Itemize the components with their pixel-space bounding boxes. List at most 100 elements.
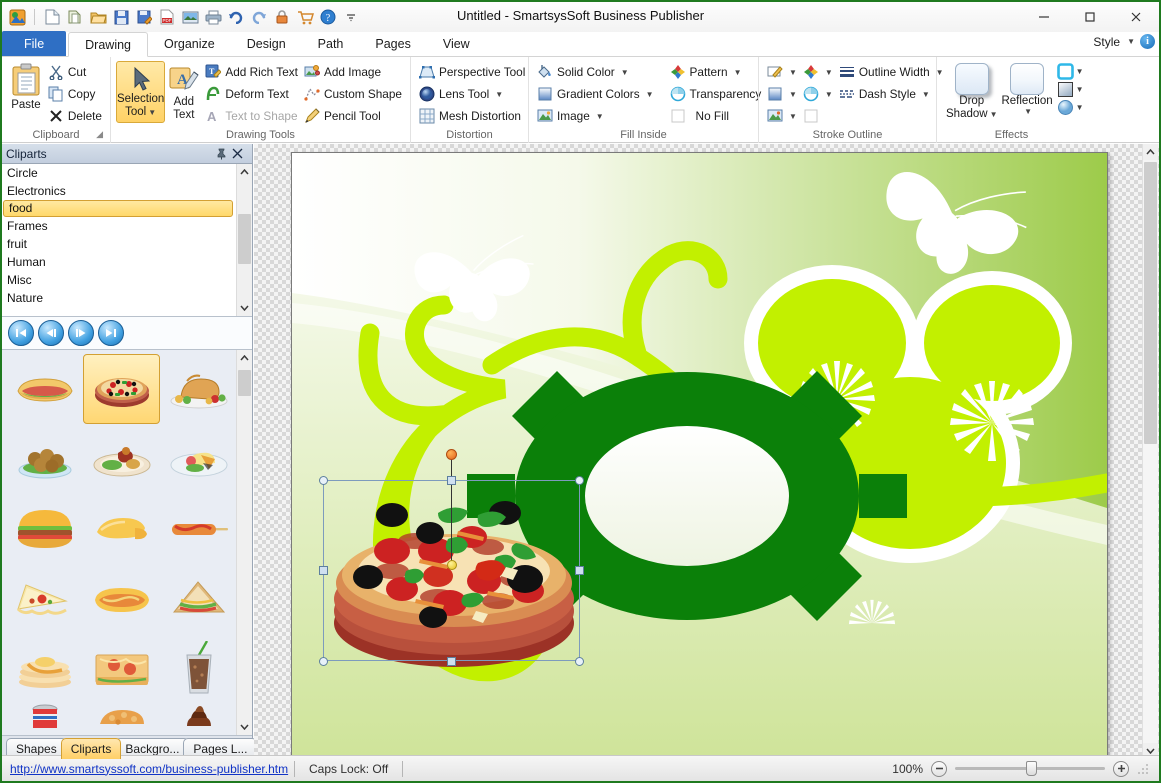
tab-pages[interactable]: Pages [359, 31, 426, 56]
category-item-selected[interactable]: food [3, 200, 233, 217]
maximize-button[interactable] [1067, 2, 1113, 32]
app-logo-icon[interactable] [7, 7, 27, 27]
scroll-down-icon[interactable] [237, 300, 252, 316]
paste-button[interactable]: Paste [7, 61, 45, 112]
scroll-up-icon[interactable] [237, 164, 252, 180]
clipart-thumb-corn-dog[interactable] [160, 494, 237, 564]
clipart-thumb-roast-turkey[interactable] [160, 354, 237, 424]
category-item[interactable]: Circle [2, 164, 252, 182]
zoom-in-button[interactable] [1113, 760, 1129, 777]
delete-button[interactable]: Delete [45, 105, 105, 127]
close-panel-icon[interactable] [232, 148, 248, 159]
tab-view[interactable]: View [427, 31, 486, 56]
category-item[interactable]: Frames [2, 217, 252, 235]
category-item[interactable]: Electronics [2, 182, 252, 200]
chevron-down-icon[interactable]: ▼ [922, 90, 930, 99]
bevel-effect-button[interactable]: ▼ [1057, 81, 1084, 97]
category-item[interactable]: Human [2, 253, 252, 271]
help-icon[interactable]: ? [318, 7, 338, 27]
canvas-area[interactable] [254, 144, 1159, 759]
undo-icon[interactable] [226, 7, 246, 27]
website-link[interactable]: http://www.smartsyssoft.com/business-pub… [2, 762, 294, 776]
lens-tool-button[interactable]: Lens Tool ▼ [416, 83, 528, 105]
resize-handle-top-left[interactable] [319, 476, 328, 485]
clipart-category-list[interactable]: Circle Electronics food Frames fruit Hum… [2, 164, 252, 317]
chevron-down-icon[interactable]: ▼ [825, 68, 833, 77]
chevron-down-icon[interactable]: ▼ [789, 112, 797, 121]
chevron-down-icon[interactable]: ▼ [1076, 103, 1084, 112]
clipart-thumbnail-area[interactable] [2, 350, 252, 735]
chevron-down-icon[interactable]: ▼ [789, 90, 797, 99]
resize-handle-middle-left[interactable] [319, 566, 328, 575]
clipart-thumb-chocolate-swirl[interactable] [160, 704, 237, 728]
lock-icon[interactable] [272, 7, 292, 27]
cut-button[interactable]: Cut [45, 61, 105, 83]
tab-file[interactable]: File [2, 31, 67, 56]
resize-handle-bottom-center[interactable] [447, 657, 456, 666]
gradient-colors-button[interactable]: Gradient Colors ▼ [534, 83, 657, 105]
chevron-down-icon[interactable]: ▼ [1076, 85, 1084, 94]
chevron-down-icon[interactable]: ▼ [621, 68, 629, 77]
export-image-icon[interactable] [180, 7, 200, 27]
save-icon[interactable] [111, 7, 131, 27]
save-as-icon[interactable] [134, 7, 154, 27]
dialog-launcher-icon[interactable]: ◢ [96, 129, 103, 140]
first-page-button[interactable] [8, 320, 34, 346]
text-to-shape-button[interactable]: A Text to Shape [202, 105, 301, 127]
perspective-tool-button[interactable]: Perspective Tool [416, 61, 528, 83]
tab-organize[interactable]: Organize [148, 31, 231, 56]
chevron-down-icon[interactable]: ▼ [789, 68, 797, 77]
clipart-thumb-hot-dog[interactable] [83, 564, 160, 634]
clipart-thumb-pancakes[interactable] [6, 634, 83, 704]
chevron-down-icon[interactable]: ▼ [646, 90, 654, 99]
outline-width-button[interactable]: Outline Width ▼ [836, 61, 947, 83]
solid-color-button[interactable]: Solid Color ▼ [534, 61, 657, 83]
last-page-button[interactable] [98, 320, 124, 346]
glow-effect-button[interactable]: ▼ [1056, 63, 1084, 80]
clipart-thumb-open-sandwich[interactable] [83, 634, 160, 704]
scroll-up-icon[interactable] [237, 350, 252, 366]
document-page[interactable] [291, 152, 1108, 756]
copy-button[interactable]: Copy [45, 83, 105, 105]
resize-handle-bottom-right[interactable] [575, 657, 584, 666]
clipart-thumb-fried-food[interactable] [83, 704, 160, 728]
tab-design[interactable]: Design [231, 31, 302, 56]
clipart-thumb-hamburger[interactable] [6, 494, 83, 564]
zoom-out-button[interactable] [931, 760, 947, 777]
outline-none-button[interactable] [800, 105, 836, 127]
clipart-thumb-roast-dinner[interactable] [83, 424, 160, 494]
outline-pattern-button[interactable]: ▼ [800, 61, 836, 83]
thumbnail-scroll-thumb[interactable] [238, 370, 251, 396]
open-folder-icon[interactable] [88, 7, 108, 27]
panel-tab-cliparts[interactable]: Cliparts [60, 738, 122, 759]
category-scroll-thumb[interactable] [238, 214, 251, 264]
outline-transparency-button[interactable]: ▼ [800, 83, 836, 105]
category-item[interactable]: fruit [2, 235, 252, 253]
customize-qat-icon[interactable] [341, 7, 361, 27]
resize-grip-icon[interactable] [1137, 763, 1149, 775]
scroll-down-icon[interactable] [237, 719, 252, 735]
clipart-thumb-pizza-selected[interactable] [83, 354, 160, 424]
chevron-down-icon[interactable]: ▼ [1076, 67, 1084, 76]
deform-text-button[interactable]: Deform Text [202, 83, 301, 105]
print-icon[interactable] [203, 7, 223, 27]
info-icon[interactable]: i [1140, 34, 1155, 49]
clipart-thumb-iced-drink[interactable] [160, 634, 237, 704]
outline-gradient-button[interactable]: ▼ [764, 83, 800, 105]
chevron-down-icon[interactable]: ▼ [734, 68, 742, 77]
minimize-button[interactable] [1021, 2, 1067, 32]
selection-tool-button[interactable]: Selection Tool ▼ [116, 61, 166, 123]
chevron-down-icon[interactable]: ▼ [596, 112, 604, 121]
close-button[interactable] [1113, 2, 1159, 32]
thumbnail-scrollbar[interactable] [236, 350, 252, 735]
zoom-slider-track[interactable] [955, 761, 1105, 776]
chevron-down-icon[interactable]: ▼ [1024, 107, 1032, 117]
resize-handle-top-right[interactable] [575, 476, 584, 485]
center-handle[interactable] [447, 560, 457, 570]
redo-icon[interactable] [249, 7, 269, 27]
cart-icon[interactable] [295, 7, 315, 27]
canvas-vertical-scrollbar[interactable] [1142, 144, 1158, 759]
new-document-icon[interactable] [42, 7, 62, 27]
rotate-handle[interactable] [446, 449, 457, 460]
fill-image-button[interactable]: Image ▼ [534, 105, 657, 127]
